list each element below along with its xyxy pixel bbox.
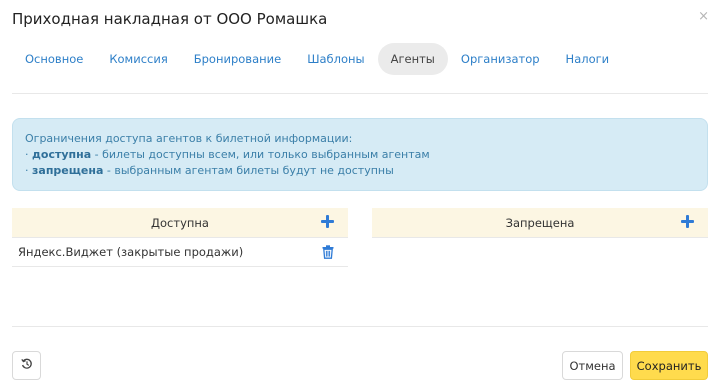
- footer-divider: [12, 326, 708, 327]
- trash-icon[interactable]: [322, 245, 334, 259]
- info-bullet: ·: [25, 148, 32, 161]
- info-line-available: · доступна - билеты доступны всем, или т…: [25, 147, 695, 163]
- plus-icon[interactable]: [320, 214, 334, 228]
- denied-column-header: Запрещена: [372, 208, 708, 237]
- denied-column: Запрещена: [372, 208, 708, 238]
- tab-bronirovanie[interactable]: Бронирование: [181, 43, 294, 75]
- header-divider: [12, 93, 708, 94]
- info-available-term: доступна: [32, 148, 92, 161]
- tab-osnovnoe[interactable]: Основное: [12, 43, 96, 75]
- cancel-button[interactable]: Отмена: [562, 351, 623, 380]
- save-button[interactable]: Сохранить: [630, 351, 708, 380]
- plus-icon[interactable]: [680, 214, 694, 228]
- invoice-dialog: Приходная накладная от ООО Ромашка × Осн…: [0, 0, 720, 392]
- agent-name: Яндекс.Виджет (закрытые продажи): [18, 245, 244, 259]
- info-alert: Ограничения доступа агентов к билетной и…: [12, 118, 708, 191]
- denied-column-title: Запрещена: [505, 215, 575, 230]
- tab-shablony[interactable]: Шаблоны: [294, 43, 377, 75]
- info-available-desc: - билеты доступны всем, или только выбра…: [91, 148, 430, 161]
- reset-button[interactable]: [12, 351, 41, 380]
- dialog-title: Приходная накладная от ООО Ромашка: [12, 10, 328, 28]
- info-line-forbidden: · запрещена - выбранным агентам билеты б…: [25, 163, 695, 179]
- allowed-column: Доступна Яндекс.Виджет (закрытые продажи…: [12, 208, 348, 267]
- info-forbidden-desc: - выбранным агентам билеты будут не дост…: [103, 164, 394, 177]
- allowed-column-header: Доступна: [12, 208, 348, 237]
- tab-nalogi[interactable]: Налоги: [553, 43, 623, 75]
- close-icon[interactable]: ×: [698, 10, 709, 24]
- allowed-column-title: Доступна: [151, 215, 209, 230]
- history-icon: [20, 358, 33, 373]
- info-heading: Ограничения доступа агентов к билетной и…: [25, 132, 353, 145]
- tab-bar: Основное Комиссия Бронирование Шаблоны А…: [12, 43, 622, 75]
- tab-komissiya[interactable]: Комиссия: [96, 43, 180, 75]
- tab-agenty[interactable]: Агенты: [377, 43, 448, 75]
- column-divider: [372, 237, 708, 238]
- list-item: Яндекс.Виджет (закрытые продажи): [12, 238, 348, 267]
- info-bullet: ·: [25, 164, 32, 177]
- tab-organizator[interactable]: Организатор: [448, 43, 553, 75]
- info-forbidden-term: запрещена: [32, 164, 104, 177]
